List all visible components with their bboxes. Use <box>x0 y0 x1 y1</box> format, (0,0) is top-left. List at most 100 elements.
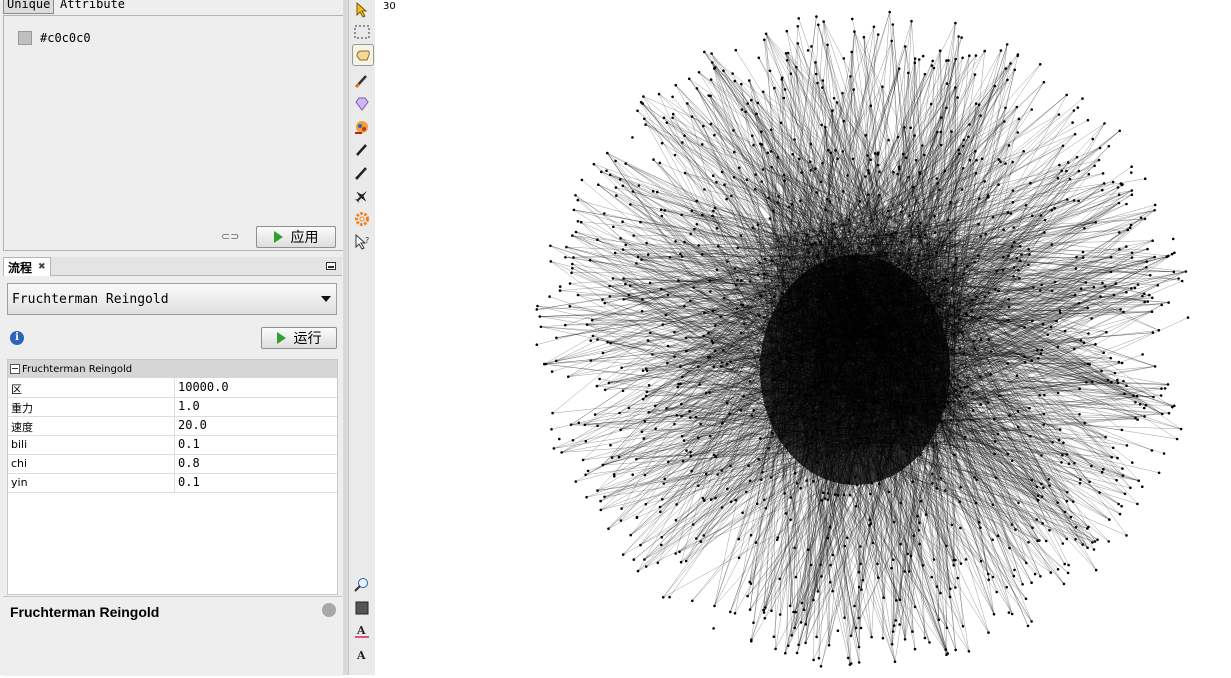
graph-node[interactable] <box>932 394 936 398</box>
graph-node[interactable] <box>675 414 679 417</box>
graph-node[interactable] <box>757 457 760 461</box>
graph-node[interactable] <box>799 199 802 203</box>
graph-node[interactable] <box>854 339 857 343</box>
graph-node[interactable] <box>1118 512 1122 516</box>
graph-node[interactable] <box>1043 218 1047 222</box>
graph-node[interactable] <box>784 651 787 655</box>
graph-node[interactable] <box>589 359 593 362</box>
graph-node[interactable] <box>1071 500 1075 503</box>
graph-node[interactable] <box>716 244 720 248</box>
graph-node[interactable] <box>668 595 671 599</box>
graph-node[interactable] <box>1055 319 1058 323</box>
graph-node[interactable] <box>785 59 789 62</box>
graph-node[interactable] <box>588 258 592 262</box>
graph-node[interactable] <box>581 458 585 462</box>
graph-node[interactable] <box>917 224 920 228</box>
graph-node[interactable] <box>1058 163 1061 167</box>
graph-node[interactable] <box>999 160 1002 163</box>
graph-node[interactable] <box>605 169 608 172</box>
graph-node[interactable] <box>1010 612 1014 616</box>
graph-node[interactable] <box>923 344 926 348</box>
graph-node[interactable] <box>923 442 927 445</box>
graph-node[interactable] <box>1111 180 1115 184</box>
graph-node[interactable] <box>1012 266 1016 269</box>
graph-node[interactable] <box>973 476 976 479</box>
graph-node[interactable] <box>954 388 957 392</box>
graph-node[interactable] <box>576 198 580 202</box>
graph-node[interactable] <box>836 423 840 426</box>
graph-node[interactable] <box>761 168 765 171</box>
graph-node[interactable] <box>1065 169 1068 173</box>
graph-node[interactable] <box>938 49 942 52</box>
graph-node[interactable] <box>928 641 931 644</box>
graph-node[interactable] <box>878 170 881 173</box>
graph-node[interactable] <box>1020 253 1023 256</box>
graph-node[interactable] <box>1153 203 1157 207</box>
graph-node[interactable] <box>751 134 754 137</box>
graph-node[interactable] <box>847 322 850 326</box>
graph-node[interactable] <box>1162 452 1166 455</box>
graph-node[interactable] <box>1167 411 1171 415</box>
graph-node[interactable] <box>760 478 763 482</box>
graph-node[interactable] <box>786 310 789 314</box>
graph-node[interactable] <box>967 650 971 653</box>
graph-node[interactable] <box>865 349 868 352</box>
graph-node[interactable] <box>833 493 837 496</box>
graph-node[interactable] <box>909 554 913 558</box>
graph-node[interactable] <box>1113 371 1117 375</box>
graph-node[interactable] <box>1145 266 1148 269</box>
graph-node[interactable] <box>1007 144 1011 147</box>
graph-node[interactable] <box>896 172 899 176</box>
graph-node[interactable] <box>898 167 901 171</box>
graph-node[interactable] <box>637 184 641 187</box>
graph-node[interactable] <box>824 125 827 129</box>
graph-node[interactable] <box>1165 255 1169 259</box>
graph-node[interactable] <box>818 379 821 383</box>
graph-node[interactable] <box>635 457 638 461</box>
graph-node[interactable] <box>841 91 844 95</box>
graph-node[interactable] <box>761 90 765 94</box>
graph-node[interactable] <box>945 653 948 656</box>
graph-node[interactable] <box>783 179 786 182</box>
graph-node[interactable] <box>739 234 743 237</box>
graph-node[interactable] <box>975 295 978 298</box>
graph-node[interactable] <box>736 278 739 282</box>
graph-node[interactable] <box>1077 169 1081 173</box>
graph-node[interactable] <box>923 636 927 640</box>
graph-node[interactable] <box>864 134 868 137</box>
graph-node[interactable] <box>881 636 885 640</box>
graph-node[interactable] <box>709 498 713 501</box>
graph-node[interactable] <box>836 629 840 632</box>
graph-node[interactable] <box>994 287 997 291</box>
graph-node[interactable] <box>1065 198 1069 201</box>
graph-node[interactable] <box>753 187 757 191</box>
graph-node[interactable] <box>1016 409 1020 413</box>
graph-node[interactable] <box>708 435 712 438</box>
graph-node[interactable] <box>742 322 746 326</box>
graph-node[interactable] <box>997 183 1000 186</box>
graph-node[interactable] <box>624 243 627 247</box>
graph-node[interactable] <box>885 321 889 324</box>
graph-node[interactable] <box>571 234 574 237</box>
graph-node[interactable] <box>994 476 998 480</box>
graph-node[interactable] <box>1042 486 1045 490</box>
graph-node[interactable] <box>869 104 873 107</box>
graph-node[interactable] <box>946 400 950 404</box>
graph-node[interactable] <box>782 173 786 177</box>
graph-node[interactable] <box>904 156 908 159</box>
graph-node[interactable] <box>1031 319 1034 323</box>
graph-node[interactable] <box>1085 381 1088 384</box>
graph-node[interactable] <box>890 566 893 570</box>
graph-node[interactable] <box>603 301 607 305</box>
graph-node[interactable] <box>722 296 726 300</box>
graph-node[interactable] <box>764 507 768 510</box>
graph-node[interactable] <box>961 144 965 148</box>
graph-node[interactable] <box>892 624 896 627</box>
graph-node[interactable] <box>549 260 553 263</box>
graph-node[interactable] <box>756 101 760 105</box>
graph-node[interactable] <box>997 158 1000 161</box>
graph-node[interactable] <box>900 210 903 214</box>
graph-node[interactable] <box>565 245 568 249</box>
graph-node[interactable] <box>1067 161 1070 164</box>
graph-node[interactable] <box>766 151 769 155</box>
